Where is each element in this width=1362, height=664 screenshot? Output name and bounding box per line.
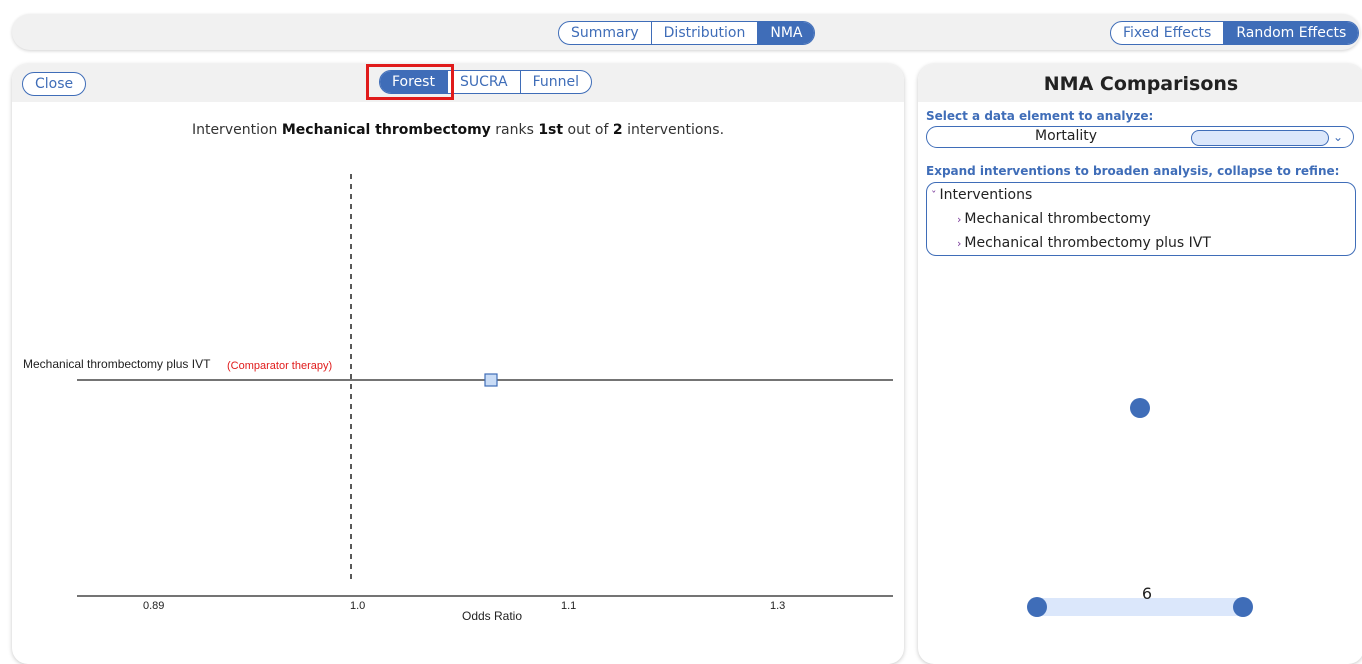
x-axis-label: Odds Ratio xyxy=(462,609,522,623)
top-toolbar: Summary Distribution NMA Fixed Effects R… xyxy=(12,14,1360,50)
network-node[interactable] xyxy=(1233,597,1253,617)
tab-summary[interactable]: Summary xyxy=(559,22,652,44)
tick-label-1: 1.0 xyxy=(350,600,365,612)
estimate-marker xyxy=(484,373,498,387)
forest-panel: Close Forest SUCRA Funnel Intervention M… xyxy=(12,64,904,664)
tick-label-0: 0.89 xyxy=(143,600,164,612)
nma-comparisons-panel: NMA Comparisons Select a data element to… xyxy=(918,64,1362,664)
tick-label-2: 1.1 xyxy=(561,600,576,612)
tick-label-3: 1.3 xyxy=(770,600,785,612)
comparator-note: (Comparator therapy) xyxy=(227,360,332,372)
effects-toggle: Fixed Effects Random Effects xyxy=(1110,21,1360,45)
edge-label: 6 xyxy=(1142,584,1152,603)
fixed-effects-button[interactable]: Fixed Effects xyxy=(1111,22,1225,44)
random-effects-button[interactable]: Random Effects xyxy=(1224,22,1359,44)
main-view-tabs: Summary Distribution NMA xyxy=(558,21,816,45)
tab-distribution[interactable]: Distribution xyxy=(652,22,759,44)
forest-plot: Mechanical thrombectomy plus IVT (Compar… xyxy=(23,174,893,623)
network-node[interactable] xyxy=(1027,597,1047,617)
tab-nma[interactable]: NMA xyxy=(758,22,815,44)
network-edge xyxy=(1037,598,1243,616)
network-node[interactable] xyxy=(1130,398,1150,418)
network-graph: 6 xyxy=(1027,398,1253,617)
row-label: Mechanical thrombectomy plus IVT xyxy=(23,357,211,371)
